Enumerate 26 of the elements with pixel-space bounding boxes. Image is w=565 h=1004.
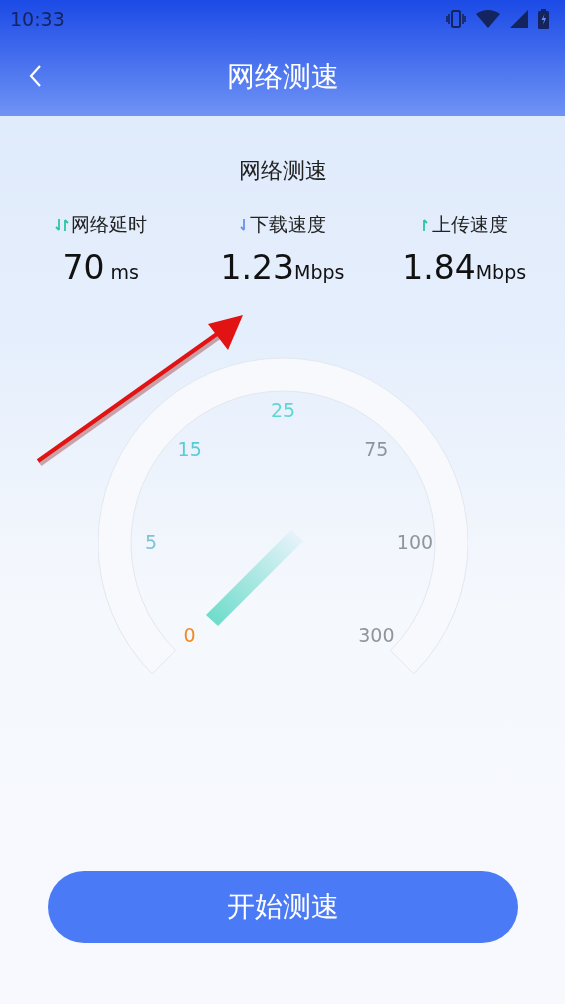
gauge-tick-label: 100: [396, 531, 433, 553]
stat-value: 1.23: [220, 248, 294, 287]
gauge-tick-label: 300: [357, 624, 394, 647]
updown-arrows-icon: [54, 218, 69, 232]
gauge-tick-label: 15: [177, 437, 202, 460]
signal-icon: [510, 10, 528, 28]
gauge-tick-label: 5: [144, 531, 157, 553]
back-button[interactable]: [28, 64, 42, 88]
start-test-button[interactable]: 开始测速: [47, 871, 518, 943]
vibrate-icon: [446, 10, 466, 28]
stat-unit: Mbps: [475, 261, 527, 283]
battery-icon: [538, 9, 549, 29]
wifi-icon: [476, 10, 500, 28]
page-title: 网络测速: [226, 59, 339, 95]
stat-label: 下载速度: [250, 212, 327, 237]
status-time: 10:33: [10, 8, 65, 30]
section-title: 网络测速: [238, 157, 327, 185]
gauge-tick-label: 0: [183, 624, 196, 647]
gauge-tick-label: 75: [363, 437, 388, 460]
stat-value: 70: [62, 248, 105, 287]
stat-label: 网络延时: [70, 212, 147, 237]
stat-unit: ms: [110, 261, 140, 283]
stat-label: 上传速度: [432, 212, 509, 237]
stat-value: 1.84: [402, 248, 476, 287]
stat-unit: Mbps: [294, 261, 345, 283]
gauge-tick-label: 25: [270, 399, 295, 421]
